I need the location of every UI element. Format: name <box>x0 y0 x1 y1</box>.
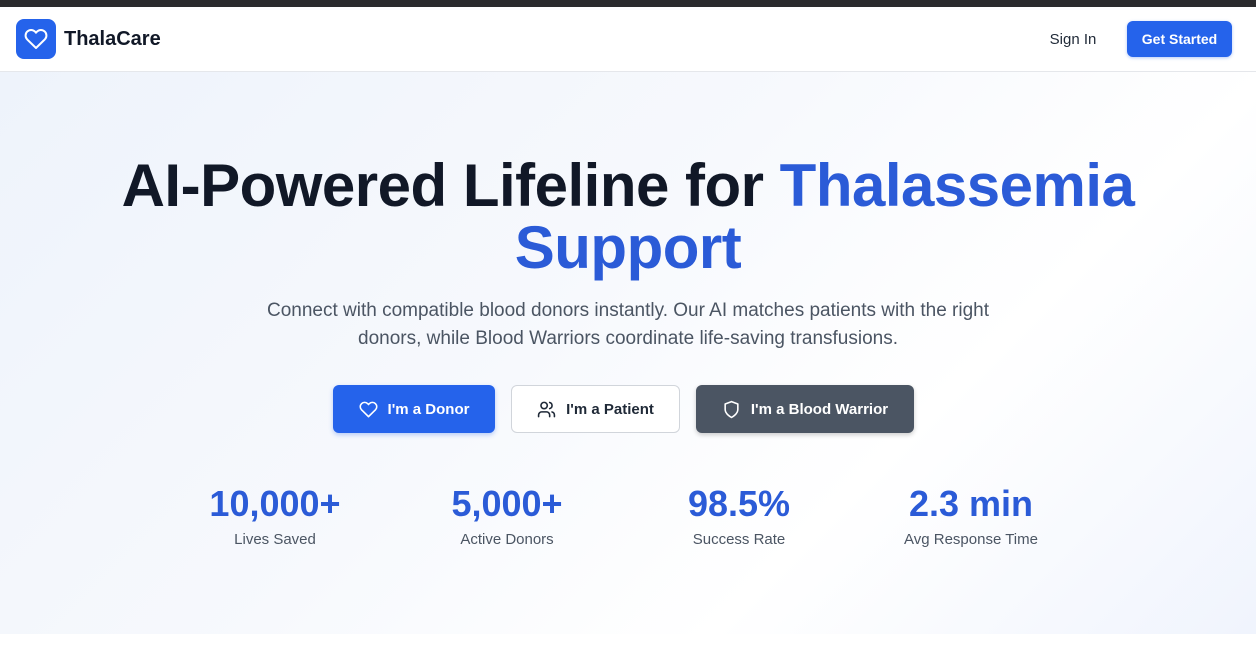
stat-active-donors: 5,000+ Active Donors <box>387 482 627 550</box>
brand-name: ThalaCare <box>64 27 161 50</box>
donor-button-label: I'm a Donor <box>387 400 470 418</box>
stat-success-rate: 98.5% Success Rate <box>619 482 859 550</box>
stat-value: 2.3 min <box>908 483 1034 524</box>
stat-label: Active Donors <box>460 531 554 548</box>
stat-response-time: 2.3 min Avg Response Time <box>851 482 1091 550</box>
hero-section: AI-Powered Lifeline for Thalassemia Supp… <box>0 72 1256 634</box>
hero-headline: AI-Powered Lifeline for Thalassemia Supp… <box>0 155 1256 279</box>
stat-label: Lives Saved <box>234 531 316 548</box>
donor-button[interactable]: I'm a Donor <box>333 385 495 433</box>
patient-button-label: I'm a Patient <box>566 400 654 418</box>
stat-label: Success Rate <box>692 531 786 548</box>
stat-value: 5,000+ <box>451 483 563 524</box>
blood-warrior-button-label: I'm a Blood Warrior <box>750 400 889 418</box>
stat-label: Avg Response Time <box>904 531 1038 548</box>
get-started-button[interactable]: Get Started <box>1127 21 1232 57</box>
shield-icon <box>722 400 741 419</box>
browser-top-strip <box>0 0 1256 7</box>
stat-value: 10,000+ <box>209 483 341 524</box>
stat-value: 98.5% <box>687 483 791 524</box>
blood-warrior-button[interactable]: I'm a Blood Warrior <box>696 385 914 433</box>
headline-accent-1: Thalassemia <box>779 152 1135 219</box>
hero-subtext: Connect with compatible blood donors ins… <box>266 300 990 349</box>
headline-text: AI-Powered Lifeline for <box>121 152 780 219</box>
heart-icon <box>359 400 378 419</box>
sign-in-button[interactable]: Sign In <box>1036 27 1110 51</box>
brand[interactable]: ThalaCare <box>16 19 161 59</box>
patient-button[interactable]: I'm a Patient <box>511 385 680 433</box>
section-divider <box>0 634 1256 651</box>
headline-accent-2: Support <box>514 214 742 281</box>
stat-lives-saved: 10,000+ Lives Saved <box>155 482 395 550</box>
navbar: ThalaCare Sign In Get Started <box>0 7 1256 72</box>
heart-logo-icon <box>16 19 56 59</box>
users-icon <box>537 400 556 419</box>
